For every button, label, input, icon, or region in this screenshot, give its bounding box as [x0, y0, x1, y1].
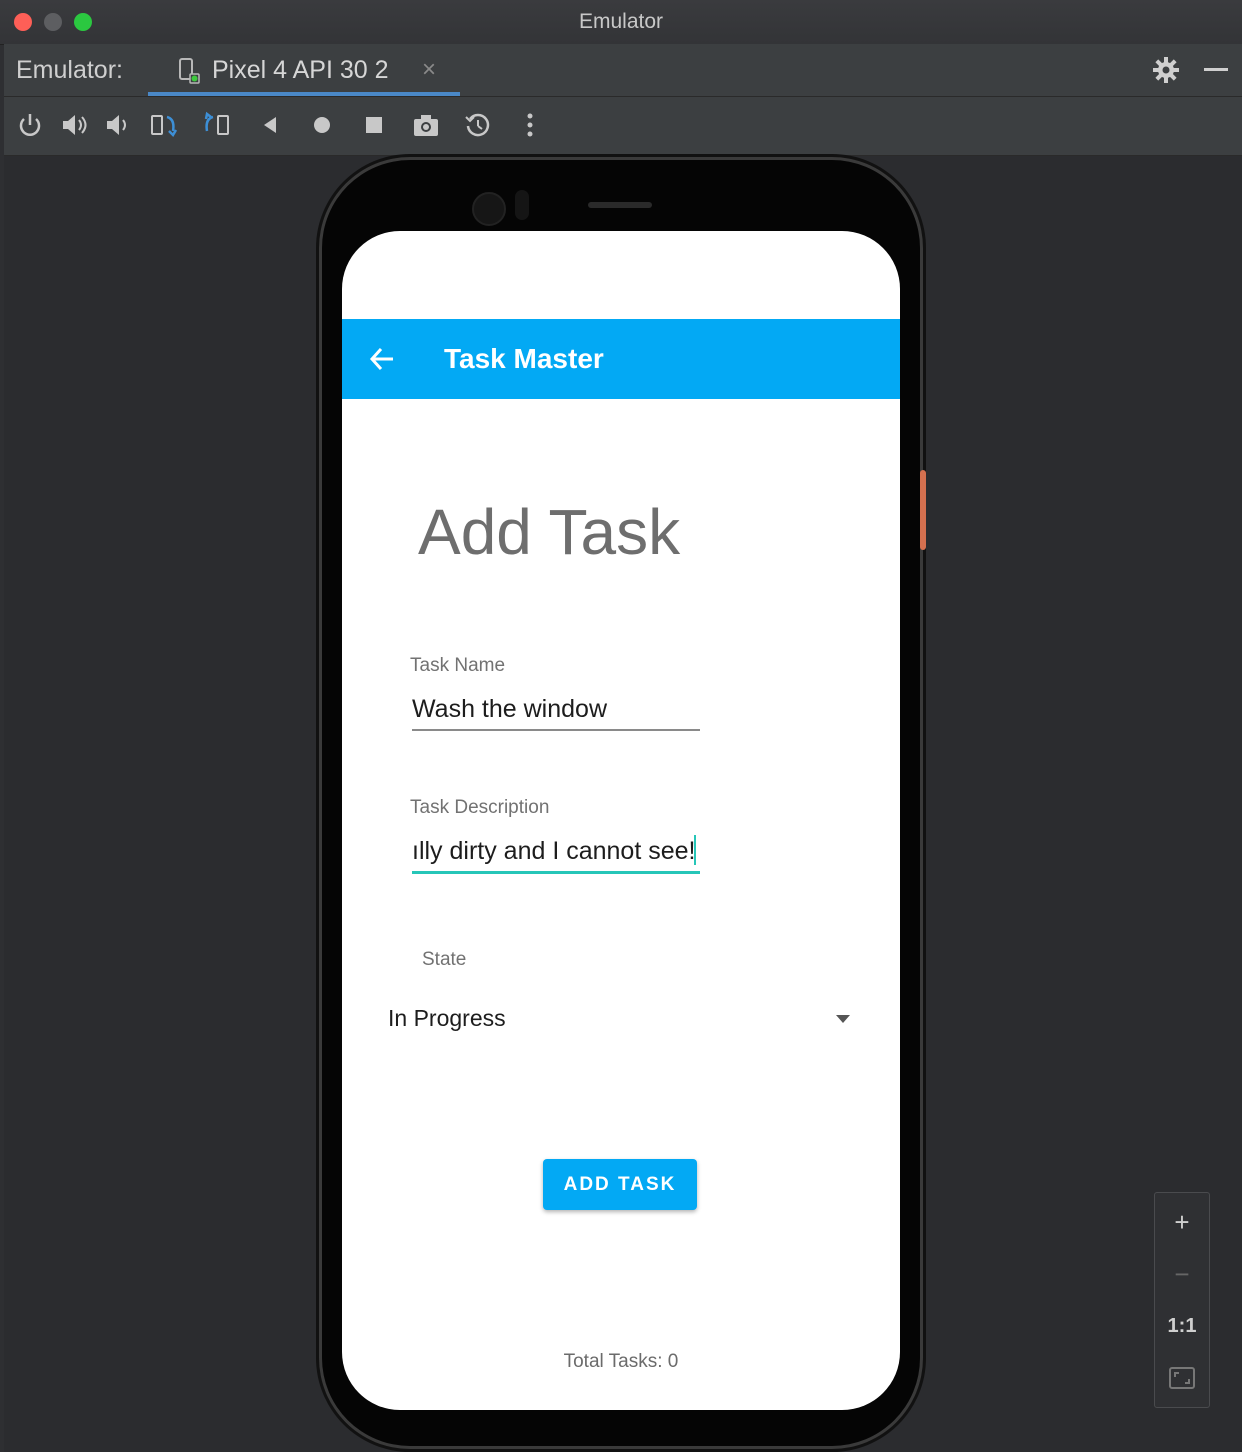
- task-description-input[interactable]: ılly dirty and I cannot see!: [412, 837, 700, 866]
- volume-up-icon[interactable]: [60, 111, 88, 139]
- phone-power-button[interactable]: [920, 470, 926, 550]
- state-dropdown[interactable]: In Progress: [388, 1005, 506, 1032]
- task-description-label: Task Description: [410, 797, 550, 818]
- power-icon[interactable]: [16, 111, 44, 139]
- app-title: Task Master: [444, 343, 604, 374]
- back-icon[interactable]: [256, 111, 284, 139]
- task-description-underline: [412, 871, 700, 874]
- volume-down-icon[interactable]: [104, 111, 132, 139]
- back-arrow-icon[interactable]: [368, 345, 396, 373]
- task-name-underline: [412, 729, 700, 731]
- dropdown-arrow-icon[interactable]: [836, 1015, 850, 1023]
- state-label: State: [422, 949, 467, 970]
- more-icon[interactable]: [516, 111, 544, 139]
- screenshot-icon[interactable]: [412, 111, 440, 139]
- phone-screen: Task Master Add Task Task Name Wash the …: [342, 231, 900, 1410]
- zoom-out-button[interactable]: −: [1155, 1249, 1209, 1299]
- title-bar: Emulator: [0, 0, 1242, 45]
- tab-close-icon[interactable]: ×: [422, 56, 436, 84]
- actual-size-button[interactable]: 1:1: [1155, 1301, 1209, 1351]
- add-task-button[interactable]: ADD TASK: [543, 1159, 697, 1210]
- rotate-left-icon[interactable]: [150, 111, 178, 139]
- task-name-label: Task Name: [410, 655, 506, 676]
- snapshot-icon[interactable]: [464, 111, 492, 139]
- home-icon[interactable]: [308, 111, 336, 139]
- tab-bar-prefix: Emulator:: [16, 56, 123, 84]
- gear-icon[interactable]: [1152, 56, 1180, 84]
- speaker-grille: [588, 202, 652, 208]
- zoom-in-button[interactable]: +: [1155, 1197, 1209, 1247]
- window-title: Emulator: [578, 10, 664, 33]
- emulator-toolbar: [4, 97, 1242, 156]
- camera-icon: [472, 192, 506, 226]
- emulator-window: Emulator Emulator: Pixel 4 API 30 2 × Ta…: [0, 0, 1242, 1452]
- total-tasks-text: Total Tasks: 0: [563, 1351, 679, 1372]
- hide-panel-button[interactable]: [1204, 68, 1228, 71]
- rotate-right-icon[interactable]: [202, 111, 230, 139]
- fit-screen-icon[interactable]: [1169, 1365, 1195, 1391]
- tab-bar: Emulator: Pixel 4 API 30 2 ×: [4, 44, 1242, 97]
- zoom-panel: + − 1:1: [1154, 1192, 1210, 1408]
- device-icon: [179, 58, 200, 84]
- tab-label: Pixel 4 API 30 2: [212, 56, 389, 84]
- sensor-icon: [515, 190, 529, 220]
- tab-device[interactable]: Pixel 4 API 30 2 ×: [148, 44, 460, 96]
- app-bar: Task Master: [342, 319, 900, 399]
- overview-icon[interactable]: [360, 111, 388, 139]
- task-name-input[interactable]: Wash the window: [412, 695, 700, 724]
- text-cursor: [694, 835, 696, 865]
- page-title: Add Task: [418, 496, 681, 568]
